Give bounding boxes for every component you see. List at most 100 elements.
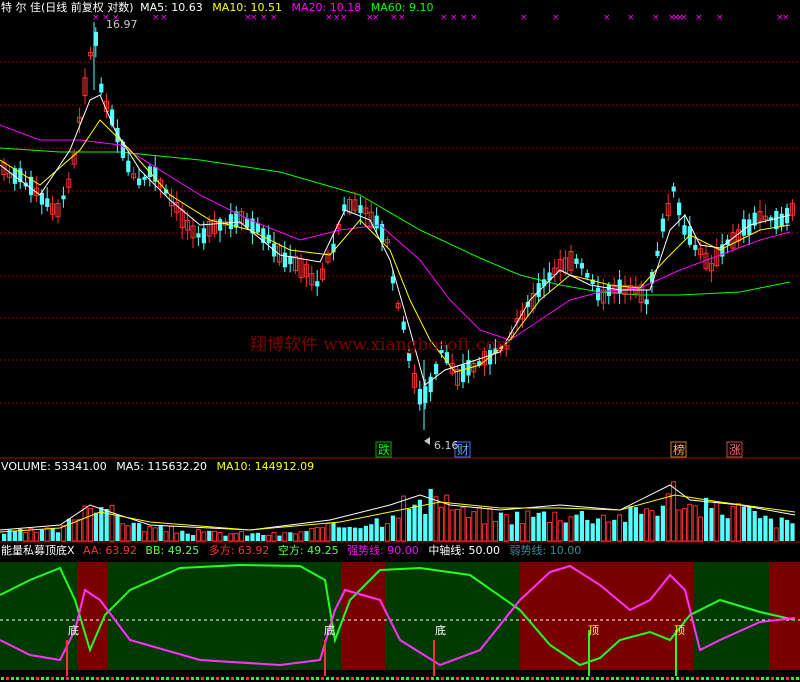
candle-body	[61, 195, 66, 200]
top-signal-1: 顶	[588, 624, 599, 637]
signal-dot	[366, 677, 369, 680]
signal-dot	[761, 677, 764, 680]
volume-bar	[115, 515, 120, 541]
candle-body	[741, 219, 746, 236]
signal-dot	[791, 677, 794, 680]
candle-body	[358, 205, 363, 214]
signal-dot	[51, 677, 54, 680]
candle-body	[142, 176, 147, 180]
volume-bar	[407, 508, 412, 541]
stock-title: 特 尔 佳(日线 前复权 对数)	[1, 1, 134, 14]
ma10-readout: MA10: 10.51	[212, 1, 283, 14]
signal-dot	[221, 677, 224, 680]
volume-bar	[374, 518, 379, 541]
candle-body	[137, 178, 142, 186]
signal-dot	[486, 677, 489, 680]
indicator-panel[interactable]	[0, 562, 800, 680]
x-mark: ×	[627, 13, 635, 23]
candle-body	[579, 263, 584, 269]
candle-body	[417, 388, 422, 405]
candle-body	[434, 363, 439, 375]
candle-body	[428, 376, 433, 393]
signal-dot	[621, 677, 624, 680]
high-price-label: 16.97	[106, 18, 138, 31]
signal-dot	[711, 677, 714, 680]
signal-dot	[471, 677, 474, 680]
mid-line-readout: 中轴线: 50.00	[428, 544, 501, 557]
signal-dot	[241, 677, 244, 680]
low-price-label: 6.16	[434, 439, 459, 452]
volume-bar	[180, 530, 185, 541]
signal-dot	[71, 677, 74, 680]
tag-cai[interactable]: 财	[457, 443, 469, 457]
candle-body	[401, 321, 406, 330]
signal-dot	[516, 677, 519, 680]
volume-bar	[747, 506, 752, 541]
signal-dot	[151, 677, 154, 680]
signal-dot	[566, 677, 569, 680]
signal-dot	[426, 677, 429, 680]
signal-dot	[631, 677, 634, 680]
signal-dot	[41, 677, 44, 680]
volume-bar	[660, 505, 665, 541]
signal-dot	[231, 677, 234, 680]
signal-dot	[431, 677, 434, 680]
signal-dot	[141, 677, 144, 680]
signal-dot	[696, 677, 699, 680]
candle-body	[774, 210, 779, 230]
bottom-signal-2: 底	[324, 624, 335, 637]
signal-dot	[686, 677, 689, 680]
signal-dot	[236, 677, 239, 680]
signal-dot	[96, 677, 99, 680]
signal-dot	[296, 677, 299, 680]
signal-dot	[66, 677, 69, 680]
x-mark: ×	[520, 13, 528, 23]
volume-bar	[223, 535, 228, 541]
volume-bar	[2, 533, 7, 541]
signal-dot	[266, 677, 269, 680]
signal-dot	[776, 677, 779, 680]
signal-dot	[616, 677, 619, 680]
signal-dot	[131, 677, 134, 680]
volume-bar	[779, 517, 784, 541]
signal-dot	[721, 677, 724, 680]
signal-dot	[451, 677, 454, 680]
signal-dot	[76, 677, 79, 680]
volume-bar	[639, 513, 644, 541]
signal-dot	[556, 677, 559, 680]
signal-dot	[531, 677, 534, 680]
volume-bar	[741, 506, 746, 541]
signal-dot	[31, 677, 34, 680]
tag-zhang[interactable]: 涨	[729, 443, 741, 457]
volume-bar	[585, 519, 590, 541]
volume-bar	[56, 532, 61, 541]
signal-dot	[111, 677, 114, 680]
signal-dot	[576, 677, 579, 680]
tag-die[interactable]: 跌	[378, 443, 390, 457]
signal-dot	[771, 677, 774, 680]
volume-bar	[752, 510, 757, 541]
signal-dot	[21, 677, 24, 680]
volume-bar	[563, 522, 568, 541]
ma5-readout: MA5: 10.63	[140, 1, 203, 14]
signal-dot	[306, 677, 309, 680]
bottom-signal-1: 底	[68, 624, 79, 637]
signal-dot	[701, 677, 704, 680]
x-mark: ×	[695, 13, 703, 23]
signal-dot	[246, 677, 249, 680]
x-mark: ×	[552, 13, 560, 23]
signal-dot	[336, 677, 339, 680]
signal-dot	[86, 677, 89, 680]
tag-bang[interactable]: 榜	[673, 443, 685, 457]
signal-dot	[641, 677, 644, 680]
x-mark: ×	[460, 13, 468, 23]
signal-dot	[316, 677, 319, 680]
candle-body	[390, 276, 395, 284]
volume-bar	[347, 526, 352, 541]
signal-dot	[161, 677, 164, 680]
volume-bar	[758, 518, 763, 541]
signal-dot	[691, 677, 694, 680]
duo-readout: 多方: 63.92	[208, 544, 270, 557]
signal-dot	[651, 677, 654, 680]
main-header: 特 尔 佳(日线 前复权 对数) MA5: 10.63 MA10: 10.51 …	[1, 1, 433, 15]
